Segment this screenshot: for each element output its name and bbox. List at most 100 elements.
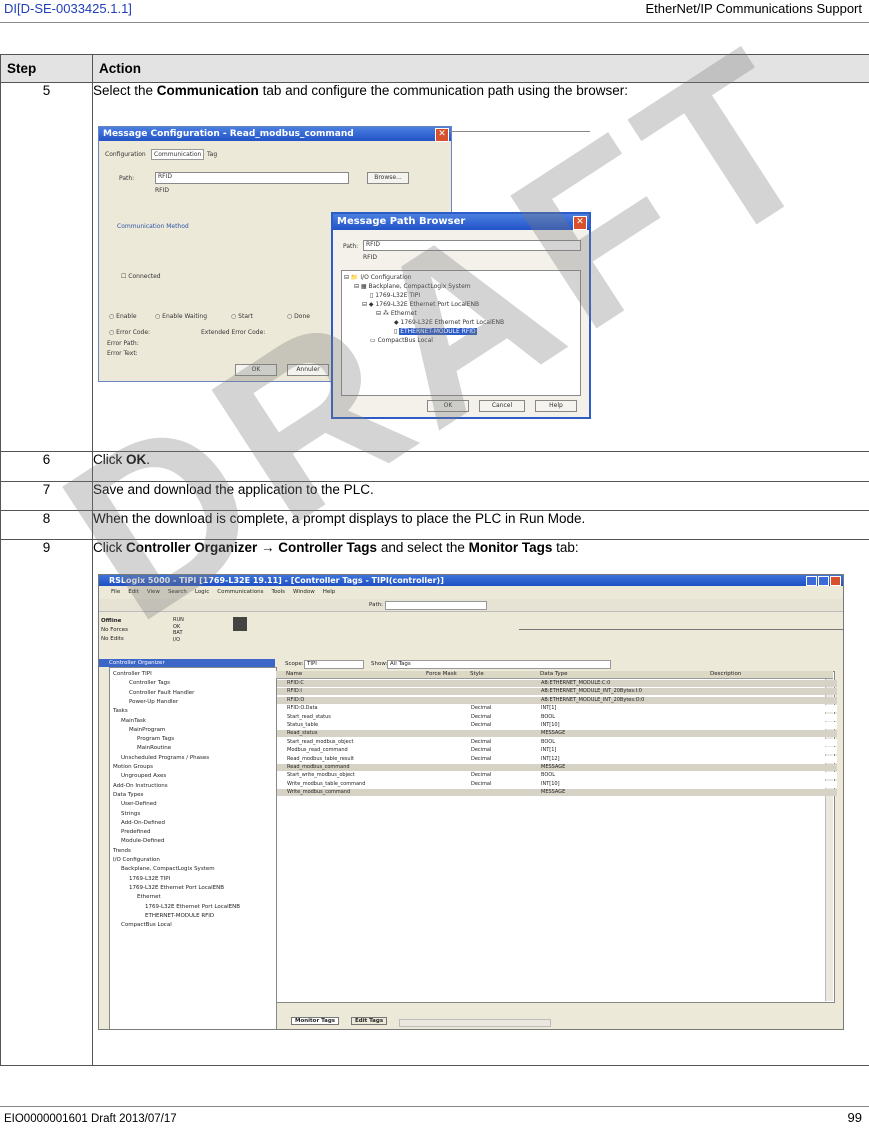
menu-help[interactable]: Help <box>323 589 336 595</box>
menu-communications[interactable]: Communications <box>217 589 263 595</box>
tab-configuration[interactable]: Configuration <box>105 151 146 158</box>
tree-item[interactable]: ⊟ ▦ Backplane, CompactLogix System <box>354 283 471 290</box>
browser-cancel-button[interactable]: Cancel <box>479 400 525 412</box>
tag-name: Start_write_modbus_object <box>287 772 355 779</box>
organizer-item[interactable]: ETHERNET-MODULE RFID <box>145 913 214 919</box>
table-row[interactable]: Modbus_read_command Decimal INT[1] <box>277 747 837 755</box>
organizer-item[interactable]: 1769-L32E TIPI <box>129 876 170 882</box>
tag-data-type: MESSAGE <box>541 764 566 770</box>
tag-data-type: INT[12] <box>541 755 560 762</box>
table-row[interactable]: Read_status MESSAGE <box>277 730 837 738</box>
tag-name: Read_modbus_command <box>287 764 350 770</box>
browser-ok-button[interactable]: OK <box>427 400 469 412</box>
organizer-item[interactable]: Module-Defined <box>121 838 164 844</box>
col-style[interactable]: Style <box>470 671 484 677</box>
organizer-item[interactable]: Ethernet <box>137 894 161 900</box>
tree-item[interactable]: ▯ 1769-L32E TIPI <box>370 292 420 299</box>
path-label: Path: <box>119 175 135 182</box>
organizer-item[interactable]: Ungrouped Axes <box>121 773 166 779</box>
organizer-item[interactable]: Controller Tags <box>129 680 170 686</box>
table-row[interactable]: Start_read_status Decimal BOOL <box>277 713 837 721</box>
table-row[interactable]: RFID:O AB:ETHERNET_MODULE_INT_20Bytes:O:0 <box>277 696 837 704</box>
tree-item[interactable]: ⊟ ⁂ Ethernet <box>376 310 417 317</box>
ok-button[interactable]: OK <box>235 364 277 376</box>
organizer-item[interactable]: I/O Configuration <box>113 857 160 863</box>
organizer-item[interactable]: Strings <box>121 811 140 817</box>
scope-select[interactable]: TIPI <box>304 660 364 669</box>
organizer-item[interactable]: 1769-L32E Ethernet Port LocalENB <box>129 885 224 891</box>
col-data-type[interactable]: Data Type <box>540 671 568 677</box>
organizer-item[interactable]: Motion Groups <box>113 764 153 770</box>
organizer-item[interactable]: Program Tags <box>137 736 174 742</box>
organizer-item[interactable]: MainProgram <box>129 727 165 733</box>
scope-label: Scope: <box>285 661 304 667</box>
close-icon[interactable] <box>830 576 841 586</box>
show-select[interactable]: All Tags <box>387 660 611 669</box>
browser-path-input[interactable]: RFID <box>363 240 581 251</box>
organizer-item[interactable]: Add-On Instructions <box>113 783 168 789</box>
tab-monitor-tags[interactable]: Monitor Tags <box>291 1017 340 1025</box>
action-text: tab and configure the communication path… <box>258 83 629 98</box>
organizer-item[interactable]: Predefined <box>121 829 150 835</box>
footer-doc-ref: EIO0000001601 Draft 2013/07/17 <box>4 1113 177 1125</box>
path-input[interactable]: RFID <box>155 172 349 184</box>
table-row[interactable]: RFID:I AB:ETHERNET_MODULE_INT_20Bytes:I:0 <box>277 688 837 696</box>
tree-item[interactable]: ⊟ ◆ 1769-L32E Ethernet Port LocalENB <box>362 301 479 308</box>
organizer-item[interactable]: Add-On-Defined <box>121 820 165 826</box>
menu-file[interactable]: File <box>111 589 120 595</box>
organizer-item[interactable]: Tasks <box>113 708 128 714</box>
organizer-item[interactable]: MainRoutine <box>137 745 171 751</box>
organizer-item[interactable]: 1769-L32E Ethernet Port LocalENB <box>145 904 240 910</box>
organizer-item[interactable]: Power-Up Handler <box>129 699 178 705</box>
minimize-icon[interactable] <box>806 576 817 586</box>
tree-item[interactable]: ▭ CompactBus Local <box>370 337 433 344</box>
error-text-label: Error Text: <box>107 350 138 357</box>
col-force-mask[interactable]: Force Mask <box>426 671 457 677</box>
organizer-item[interactable]: Controller Fault Handler <box>129 690 194 696</box>
tab-tag[interactable]: Tag <box>207 151 217 158</box>
table-row[interactable]: RFID:C AB:ETHERNET_MODULE:C:0 <box>277 680 837 687</box>
organizer-title: Controller Organizer <box>99 659 275 667</box>
toolbar-path-input[interactable] <box>385 601 487 610</box>
table-row[interactable]: RFID:O.Data Decimal INT[1] <box>277 705 837 713</box>
tree-item-selected[interactable]: ▯ ETHERNET-MODULE RFID <box>394 328 477 335</box>
organizer-item[interactable]: Controller TIPI <box>113 671 152 677</box>
horizontal-scrollbar[interactable] <box>399 1019 551 1027</box>
menu-search[interactable]: Search <box>168 589 187 595</box>
table-row[interactable]: Start_write_modbus_object Decimal BOOL <box>277 772 837 780</box>
table-row[interactable]: Read_modbus_table_result Decimal INT[12] <box>277 755 837 763</box>
organizer-item[interactable]: Backplane, CompactLogix System <box>121 866 215 872</box>
tree-label: CompactBus Local <box>377 337 433 344</box>
organizer-item[interactable]: Unscheduled Programs / Phases <box>121 755 209 761</box>
col-description[interactable]: Description <box>710 671 741 677</box>
close-icon[interactable]: ✕ <box>435 128 449 142</box>
connected-checkbox[interactable]: ☐ Connected <box>121 273 161 280</box>
table-row[interactable]: Start_read_modbus_object Decimal BOOL <box>277 738 837 746</box>
step-number: 9 <box>0 539 93 1066</box>
menu-logic[interactable]: Logic <box>195 589 209 595</box>
doc-id[interactable]: DI[D-SE-0033425.1.1] <box>4 1 132 16</box>
menu-window[interactable]: Window <box>293 589 315 595</box>
tab-communication[interactable]: Communication <box>151 149 205 160</box>
organizer-item[interactable]: MainTask <box>121 718 146 724</box>
menu-tools[interactable]: Tools <box>271 589 285 595</box>
table-row[interactable]: Write_modbus_command MESSAGE <box>277 789 837 797</box>
maximize-icon[interactable] <box>818 576 829 586</box>
tree-item[interactable]: ◆ 1769-L32E Ethernet Port LocalENB <box>394 319 504 326</box>
organizer-item[interactable]: Trends <box>113 848 131 854</box>
organizer-item[interactable]: CompactBus Local <box>121 922 172 928</box>
organizer-item[interactable]: User-Defined <box>121 801 157 807</box>
table-row[interactable]: Status_table Decimal INT[10] <box>277 722 837 729</box>
browser-help-button[interactable]: Help <box>535 400 577 412</box>
table-row[interactable]: Read_modbus_command MESSAGE <box>277 764 837 771</box>
col-name[interactable]: Name <box>286 671 302 677</box>
tab-edit-tags[interactable]: Edit Tags <box>351 1017 388 1025</box>
tree-item[interactable]: ⊟ 📁 I/O Configuration <box>344 274 411 281</box>
organizer-item[interactable]: Data Types <box>113 792 143 798</box>
menu-edit[interactable]: Edit <box>128 589 139 595</box>
close-icon[interactable]: ✕ <box>573 216 587 230</box>
table-row[interactable]: Write_modbus_table_command Decimal INT[10] <box>277 780 837 788</box>
menu-view[interactable]: View <box>147 589 160 595</box>
browse-button[interactable]: Browse... <box>367 172 409 184</box>
annuler-button[interactable]: Annuler <box>287 364 329 376</box>
